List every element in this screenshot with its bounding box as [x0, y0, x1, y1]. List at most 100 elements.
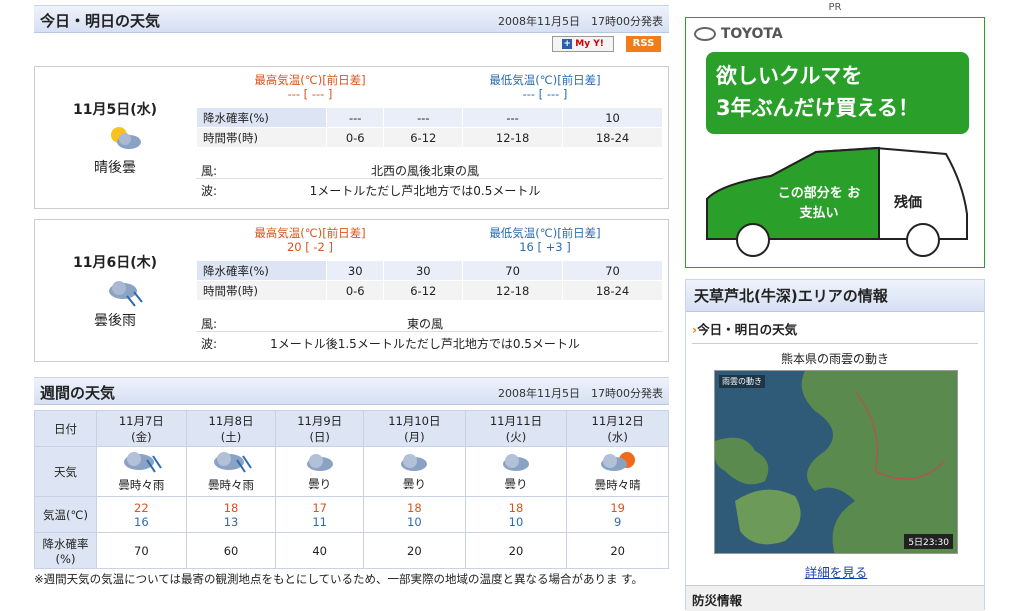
day1-weather: 晴後曇 [94, 160, 136, 176]
precip-cell: 70 [462, 260, 564, 281]
map-terrain [715, 371, 957, 553]
precip-label: 降水確率(%) [196, 260, 327, 281]
precip-cell: 30 [383, 260, 464, 281]
day2-wind: 東の風 [406, 317, 443, 331]
time-cell: 18-24 [562, 127, 663, 148]
precip-cell: 30 [325, 260, 385, 281]
sun-cloud-icon [111, 127, 141, 149]
week-weather-cell: 曇り [464, 446, 568, 497]
day1-max-value: --- [ --- ] [287, 87, 333, 101]
time-cell: 6-12 [383, 280, 464, 301]
week-header: 週間の天気 2008年11月5日 17時00分発表 [34, 377, 669, 405]
precip-cell: --- [462, 107, 564, 128]
day2-wave-label: 波: [201, 337, 218, 351]
area-link-today[interactable]: ›今日・明日の天気 [692, 316, 978, 344]
area-panel: 天草芦北(牛深)エリアの情報 ›今日・明日の天気 熊本県の雨雲の動き 雨雲の動き… [685, 279, 986, 611]
detail-link[interactable]: 詳細を見る [686, 562, 986, 581]
time-cell: 12-18 [462, 127, 564, 148]
precip-label: 降水確率(%) [196, 107, 327, 128]
disaster-title: 防災情報 [692, 593, 743, 608]
time-cell: 18-24 [562, 280, 663, 301]
cloud-icon [503, 454, 529, 471]
myyahoo-button[interactable]: + My Y! [552, 36, 614, 52]
map-label: 雨雲の動き [719, 375, 765, 388]
day1-wind-label: 風: [201, 164, 218, 178]
day2-wind-label: 風: [201, 317, 218, 331]
week-weather-cell: 曇時々雨 [185, 446, 277, 497]
row-temp-label: 気温(℃) [34, 496, 97, 533]
week-title: 週間の天気 [40, 384, 116, 402]
precip-cell: --- [383, 107, 464, 128]
rss-button[interactable]: RSS [626, 36, 661, 52]
week-temp-cell: 19 9 [566, 496, 669, 533]
today-header: 今日・明日の天気 2008年11月5日 17時00分発表 [34, 5, 669, 33]
today-issued: 2008年11月5日 17時00分発表 [498, 15, 663, 28]
week-table: 日付 11月7日 (金) 11月8日 (土) 11月9日 (日) 11月10日 (月) … [34, 410, 669, 569]
week-precip-cell: 60 [185, 532, 277, 569]
disaster-header: 防災情報 [686, 585, 984, 611]
day2-date: 11月6日(木) [72, 255, 158, 271]
week-issued: 2008年11月5日 17時00分発表 [498, 387, 663, 400]
precip-cell: --- [325, 107, 385, 128]
ad-headline-2: 3年ぶんだけ買える！ [716, 96, 919, 120]
row-weather-label: 天気 [34, 446, 97, 497]
toyota-logo: TOYOTA [694, 26, 783, 42]
ad-residual-text: 残価 [894, 195, 922, 211]
ad-pay-text: この部分を お支払い [777, 186, 861, 221]
time-cell: 0-6 [325, 127, 385, 148]
week-date-cell: 11月11日 (火) [464, 410, 568, 447]
week-date-cell: 11月7日 (金) [96, 410, 187, 447]
day1-max-label: 最高気温(℃)[前日差] [254, 73, 366, 87]
toyota-ad[interactable]: TOYOTA 欲しいクルマを 3年ぶんだけ買える！ この部分を お支払い 残価 [685, 17, 985, 268]
day2-wave: 1メートル後1.5メートルただし芦北地方では0.5メートル [270, 337, 580, 351]
week-precip-cell: 70 [96, 532, 187, 569]
today-title: 今日・明日の天気 [40, 12, 161, 30]
ad-headline-box: 欲しいクルマを 3年ぶんだけ買える！ [706, 52, 969, 134]
time-cell: 0-6 [325, 280, 385, 301]
precip-cell: 10 [562, 107, 663, 128]
area-title: 天草芦北(牛深)エリアの情報 [694, 287, 888, 305]
week-date-cell: 11月10日 (月) [363, 410, 466, 447]
day1-panel: 11月5日(水) 晴後曇 最高気温(℃)[前日差] --- [ --- ] 最低… [34, 66, 669, 209]
week-temp-cell: 22 16 [96, 496, 187, 533]
cloud-rain-icon [124, 452, 163, 473]
cloud-sun-icon [600, 452, 635, 471]
rain-radar-map[interactable]: 雨雲の動き 5日23:30 [714, 370, 958, 554]
day2-precip-table: 降水確率(%) 30 30 70 70 時間帯(時) 0-6 6-12 12-18 18-2… [196, 260, 663, 301]
week-precip-cell: 20 [363, 532, 466, 569]
map-time: 5日23:30 [904, 534, 953, 549]
cloud-rain-icon [109, 281, 143, 307]
pr-label: PR [828, 2, 842, 13]
row-precip-label: 降水確率(%) [34, 532, 97, 569]
time-label: 時間帯(時) [196, 280, 327, 301]
toyota-emblem-icon [694, 27, 716, 41]
area-header: 天草芦北(牛深)エリアの情報 [686, 280, 984, 312]
time-cell: 12-18 [462, 280, 564, 301]
cloud-icon [306, 454, 333, 471]
day1-precip-table: 降水確率(%) --- --- --- 10 時間帯(時) 0-6 6-12 12-18 1… [196, 107, 663, 148]
week-weather-cell: 曇時々晴 [566, 446, 669, 497]
day2-weather: 曇後雨 [94, 313, 136, 329]
week-date-cell: 11月8日 (土) [185, 410, 277, 447]
day2-max-value: 20 [ -2 ] [286, 240, 334, 254]
map-title: 熊本県の雨雲の動き [780, 352, 889, 366]
row-date-label: 日付 [34, 410, 97, 447]
time-cell: 6-12 [383, 127, 464, 148]
week-weather-cell: 曇時々雨 [96, 446, 187, 497]
week-temp-cell: 18 13 [185, 496, 277, 533]
week-note: ※週間天気の気温については最寄の観測地点をもとにしているため、一部実際の地域の温… [34, 572, 643, 586]
day2-min-value: 16 [ +3 ] [519, 240, 571, 254]
day2-max-label: 最高気温(℃)[前日差] [254, 226, 366, 240]
day1-min-value: --- [ --- ] [522, 87, 568, 101]
week-temp-cell: 18 10 [464, 496, 568, 533]
ad-headline-1: 欲しいクルマを [716, 64, 863, 88]
time-label: 時間帯(時) [196, 127, 327, 148]
day1-wave: 1メートルただし芦北地方では0.5メートル [309, 184, 541, 198]
week-precip-cell: 20 [464, 532, 568, 569]
precip-cell: 70 [562, 260, 663, 281]
week-weather-cell: 曇り [275, 446, 365, 497]
day1-wind: 北西の風後北東の風 [370, 164, 479, 178]
day1-wave-label: 波: [201, 184, 218, 198]
day2-panel: 11月6日(木) 曇後雨 最高気温(℃)[前日差] 20 [ -2 ] 最低気温… [34, 219, 669, 362]
week-date-cell: 11月12日 (水) [566, 410, 669, 447]
